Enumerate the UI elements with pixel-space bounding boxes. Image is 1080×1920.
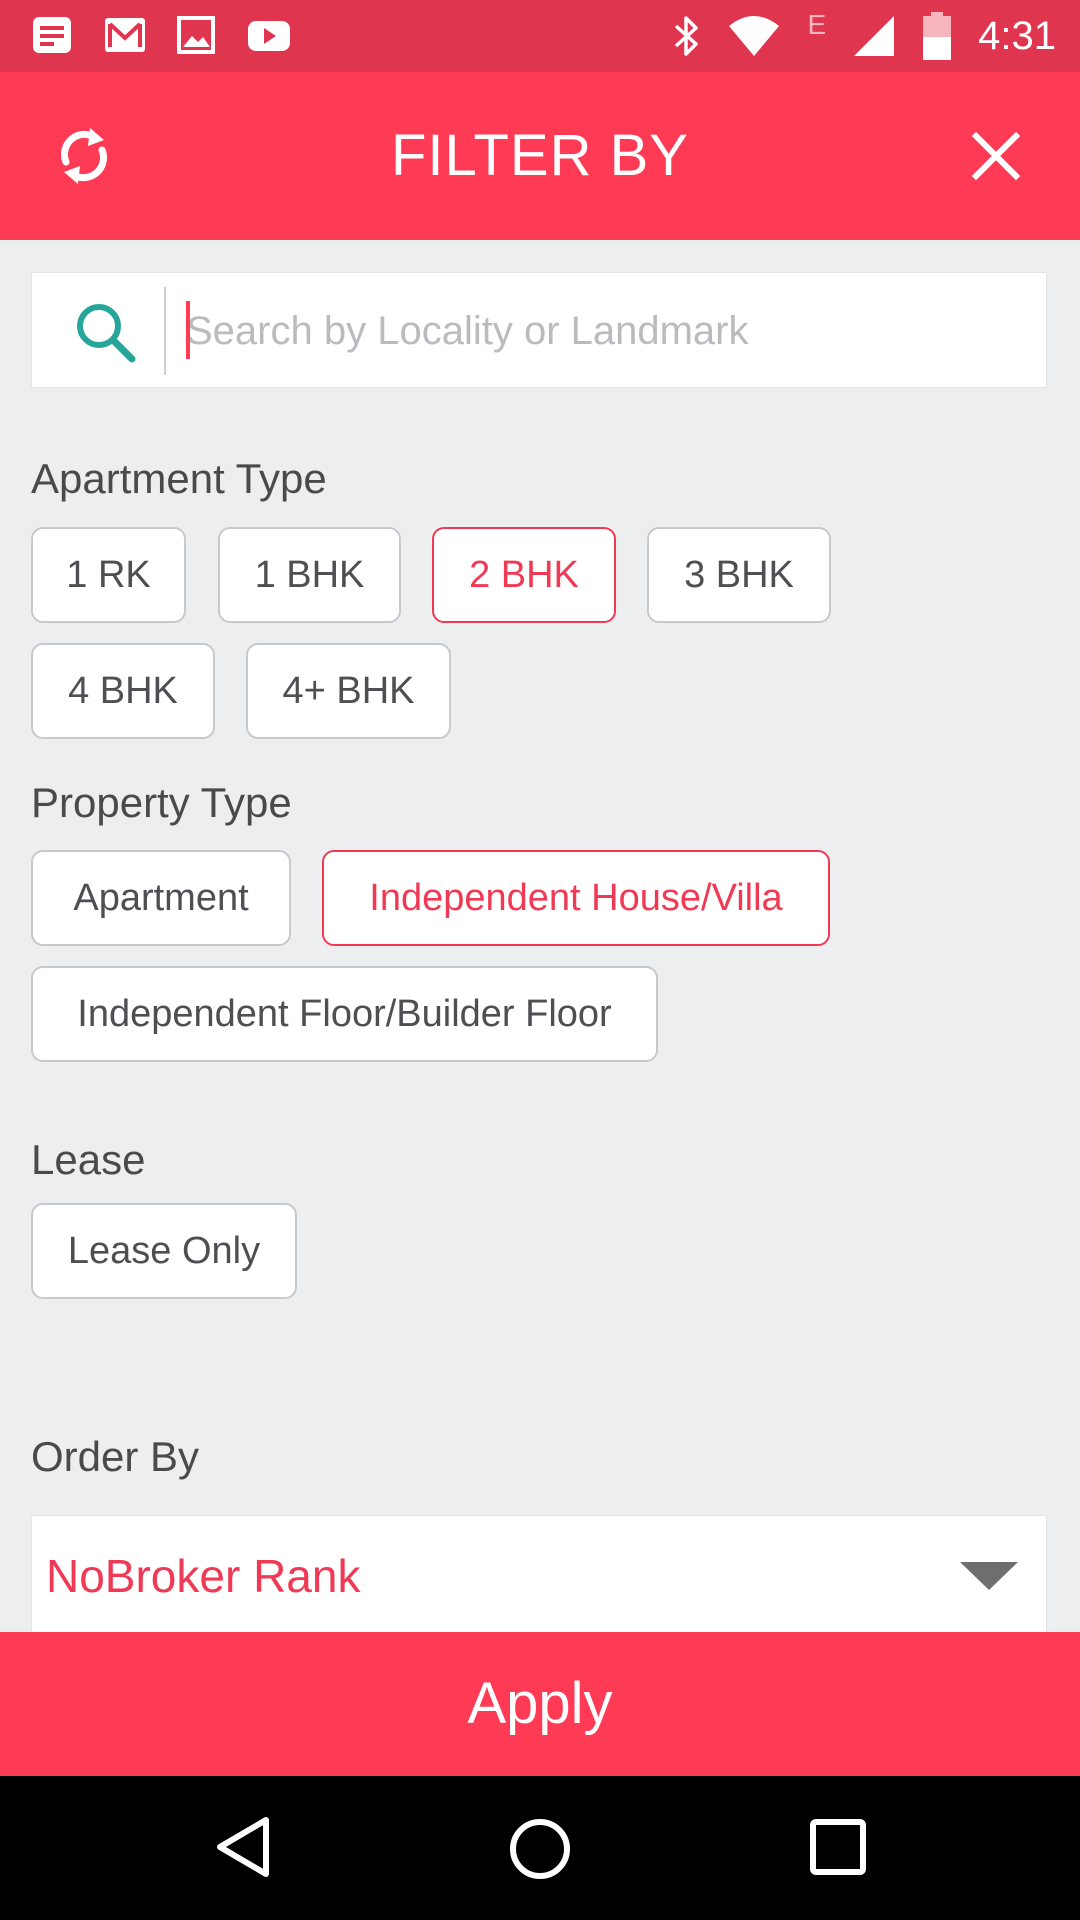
navigation-bar — [0, 1776, 1080, 1920]
close-button[interactable] — [956, 116, 1036, 196]
close-icon — [971, 131, 1021, 181]
search-divider — [164, 287, 166, 375]
apartment-type-option[interactable]: 4 BHK — [31, 643, 215, 739]
gallery-icon — [177, 16, 215, 54]
notes-icon — [33, 17, 71, 53]
apartment-type-option[interactable]: 3 BHK — [647, 527, 831, 623]
order-by-label: Order By — [31, 1433, 200, 1480]
search-input[interactable] — [186, 273, 1016, 389]
property-type-option-selected[interactable]: Independent House/Villa — [322, 850, 830, 946]
wifi-icon — [729, 16, 780, 56]
recent-apps-icon[interactable] — [803, 1812, 873, 1882]
apartment-type-option-selected[interactable]: 2 BHK — [432, 527, 616, 623]
app-bar: FILTER BY — [0, 72, 1080, 240]
cellular-signal-icon — [854, 16, 895, 56]
youtube-icon — [248, 21, 290, 51]
apply-button[interactable]: Apply — [0, 1632, 1080, 1776]
search-bar — [31, 272, 1047, 389]
page-title: FILTER BY — [391, 123, 689, 188]
property-type-option[interactable]: Apartment — [31, 850, 291, 946]
reset-filters-button[interactable] — [44, 116, 124, 196]
battery-icon — [923, 12, 952, 60]
apartment-type-option[interactable]: 4+ BHK — [246, 643, 451, 739]
search-icon — [77, 304, 136, 363]
status-bar: E 4:31 — [0, 0, 1080, 72]
dropdown-caret-icon — [960, 1562, 1018, 1590]
network-type-label: E — [807, 9, 827, 40]
gmail-icon — [105, 18, 145, 52]
lease-label: Lease — [31, 1136, 146, 1183]
lease-option[interactable]: Lease Only — [31, 1203, 297, 1299]
apartment-type-option[interactable]: 1 BHK — [218, 527, 401, 623]
clock: 4:31 — [978, 13, 1056, 58]
back-icon[interactable] — [208, 1812, 278, 1882]
text-cursor — [186, 301, 190, 359]
property-type-option[interactable]: Independent Floor/Builder Floor — [31, 966, 658, 1062]
order-by-value: NoBroker Rank — [46, 1550, 361, 1602]
refresh-icon — [60, 128, 108, 184]
apartment-type-label: Apartment Type — [31, 455, 327, 502]
order-by-dropdown[interactable]: NoBroker Rank — [31, 1515, 1047, 1635]
apartment-type-option[interactable]: 1 RK — [31, 527, 186, 623]
property-type-label: Property Type — [31, 779, 292, 826]
bluetooth-icon — [675, 16, 699, 56]
home-icon[interactable] — [503, 1812, 577, 1886]
